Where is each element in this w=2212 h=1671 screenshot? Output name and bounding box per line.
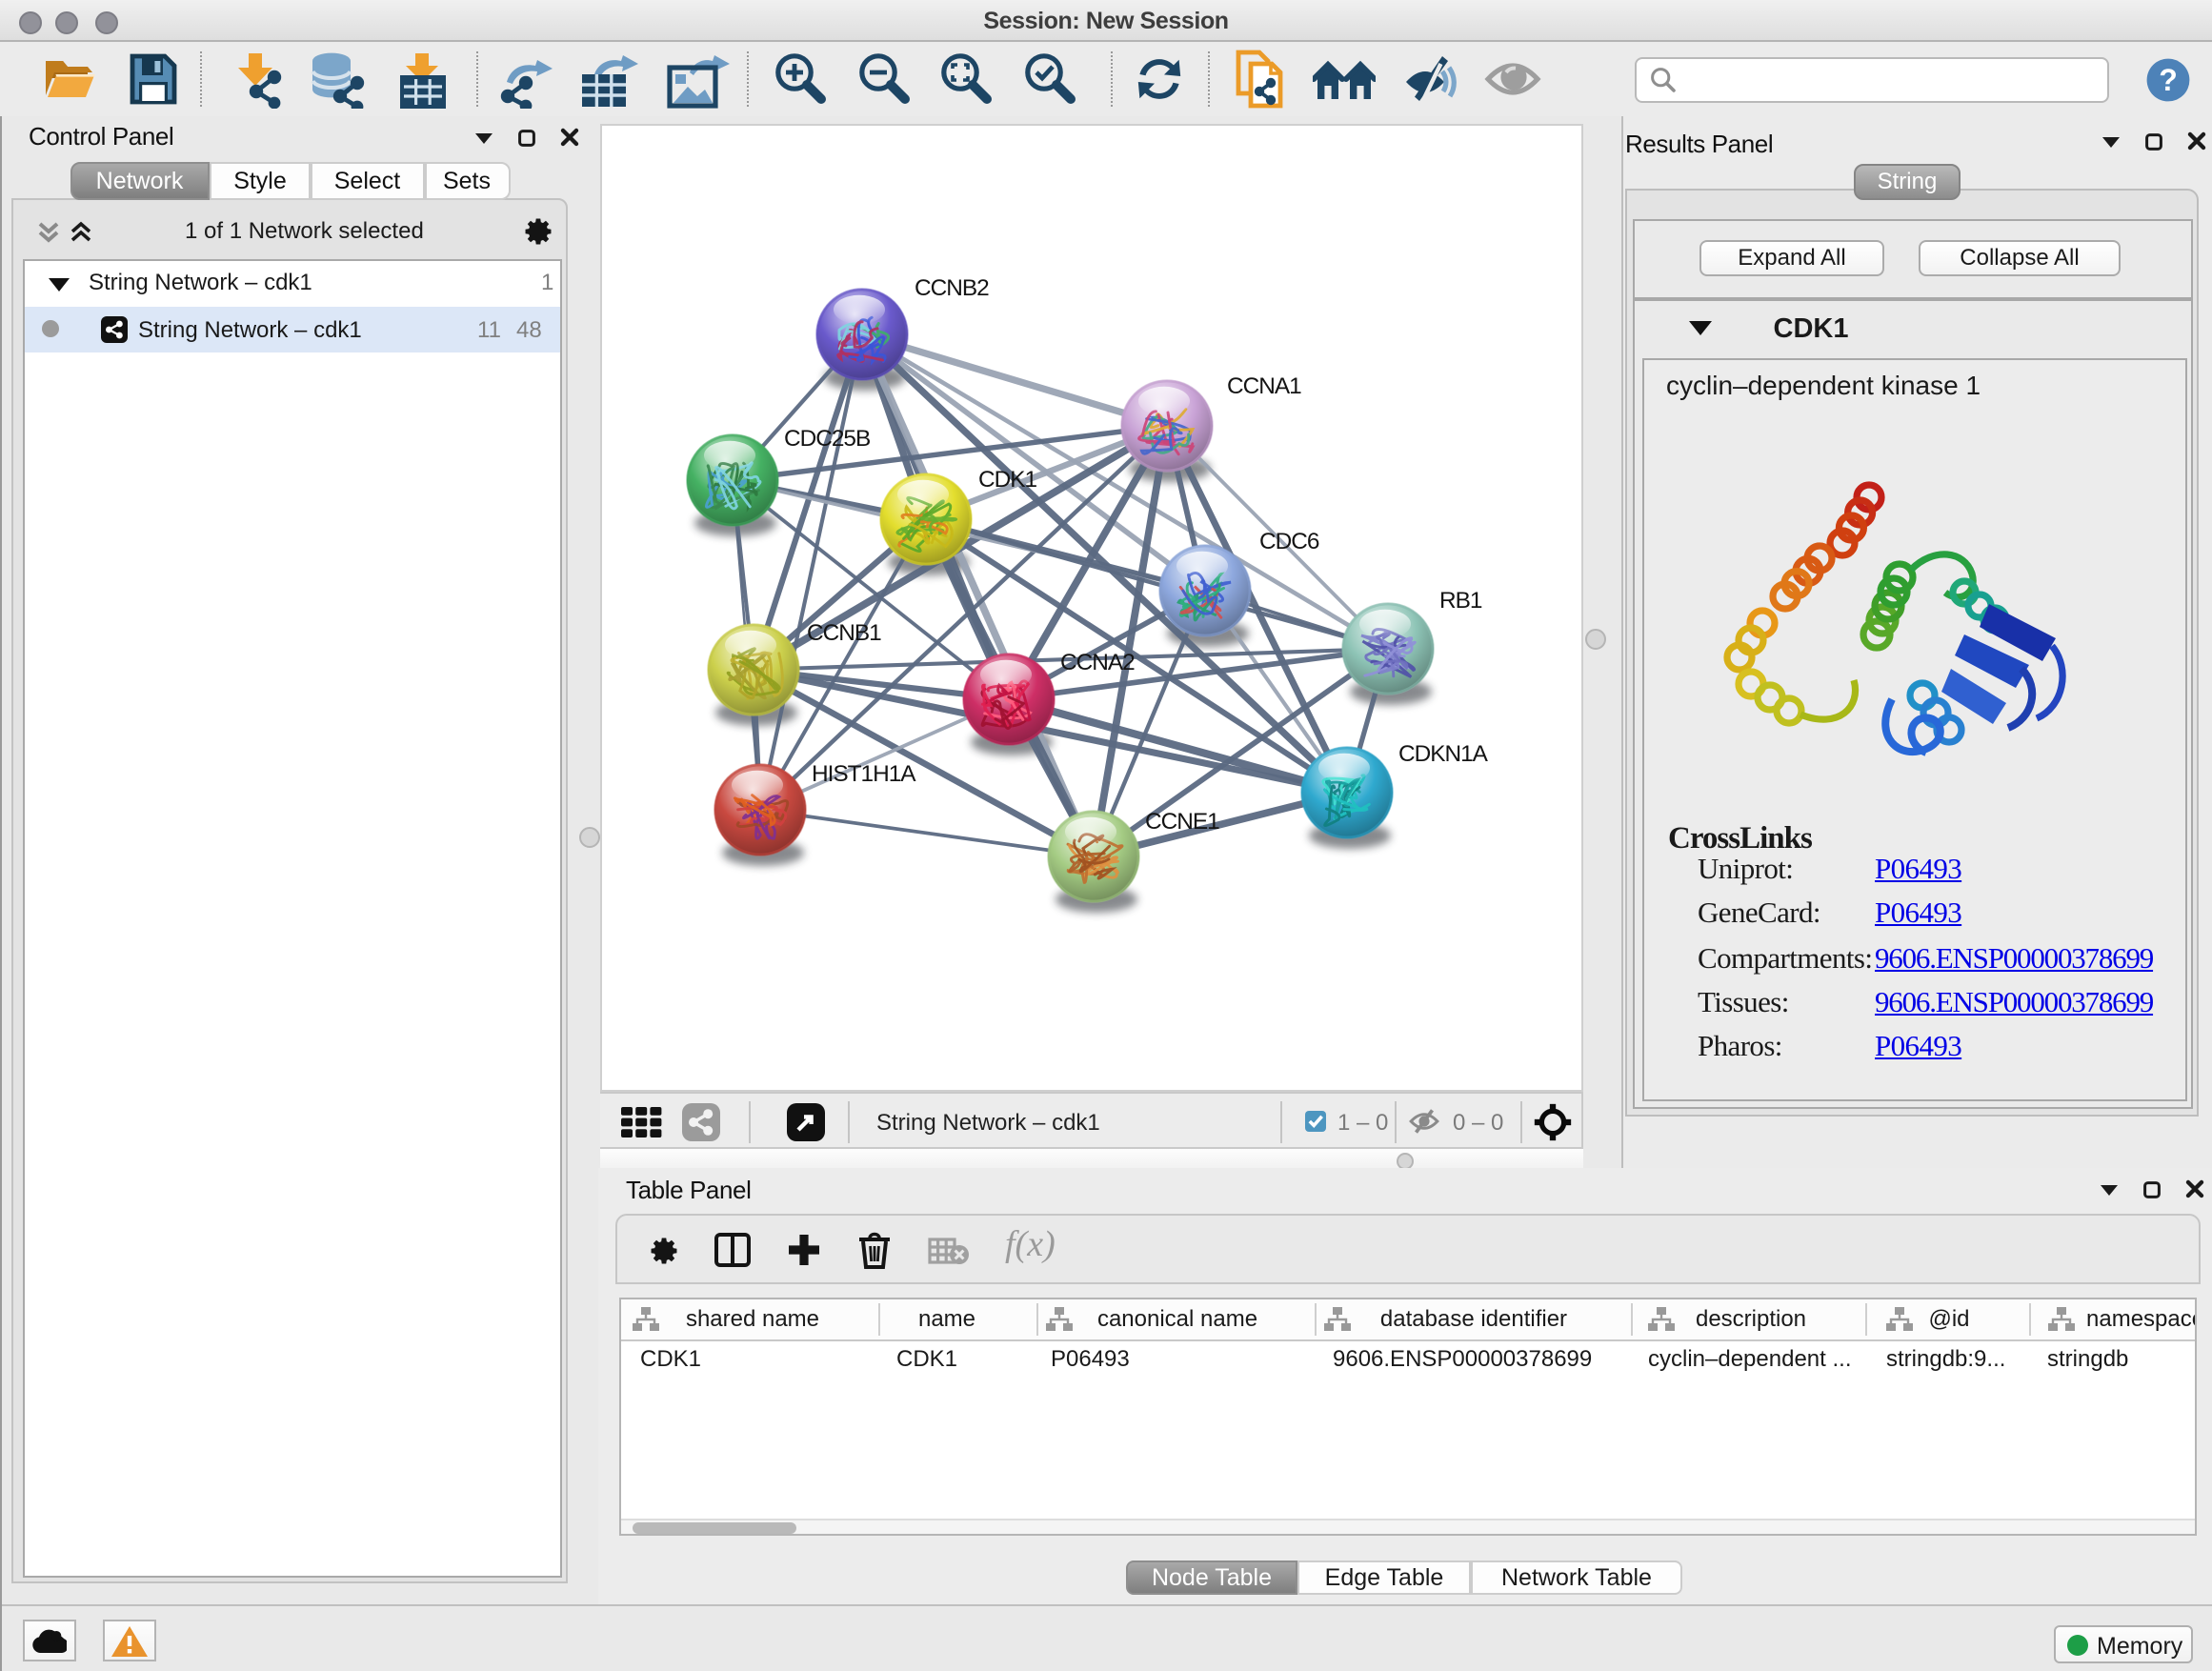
svg-text:CDK1: CDK1 xyxy=(978,467,1036,493)
svg-text:?: ? xyxy=(2159,63,2178,97)
svg-text:HIST1H1A: HIST1H1A xyxy=(812,761,916,787)
svg-text:CDKN1A: CDKN1A xyxy=(1398,741,1489,767)
svg-text:CCNA1: CCNA1 xyxy=(1227,373,1301,399)
svg-text:CCNA2: CCNA2 xyxy=(1060,650,1135,675)
svg-text:CDC6: CDC6 xyxy=(1259,529,1319,554)
svg-text:RB1: RB1 xyxy=(1439,588,1482,614)
svg-text:CCNE1: CCNE1 xyxy=(1145,809,1219,835)
svg-text:CCNB2: CCNB2 xyxy=(915,275,989,301)
svg-text:CCNB1: CCNB1 xyxy=(807,620,881,646)
svg-text:CDC25B: CDC25B xyxy=(784,426,870,452)
